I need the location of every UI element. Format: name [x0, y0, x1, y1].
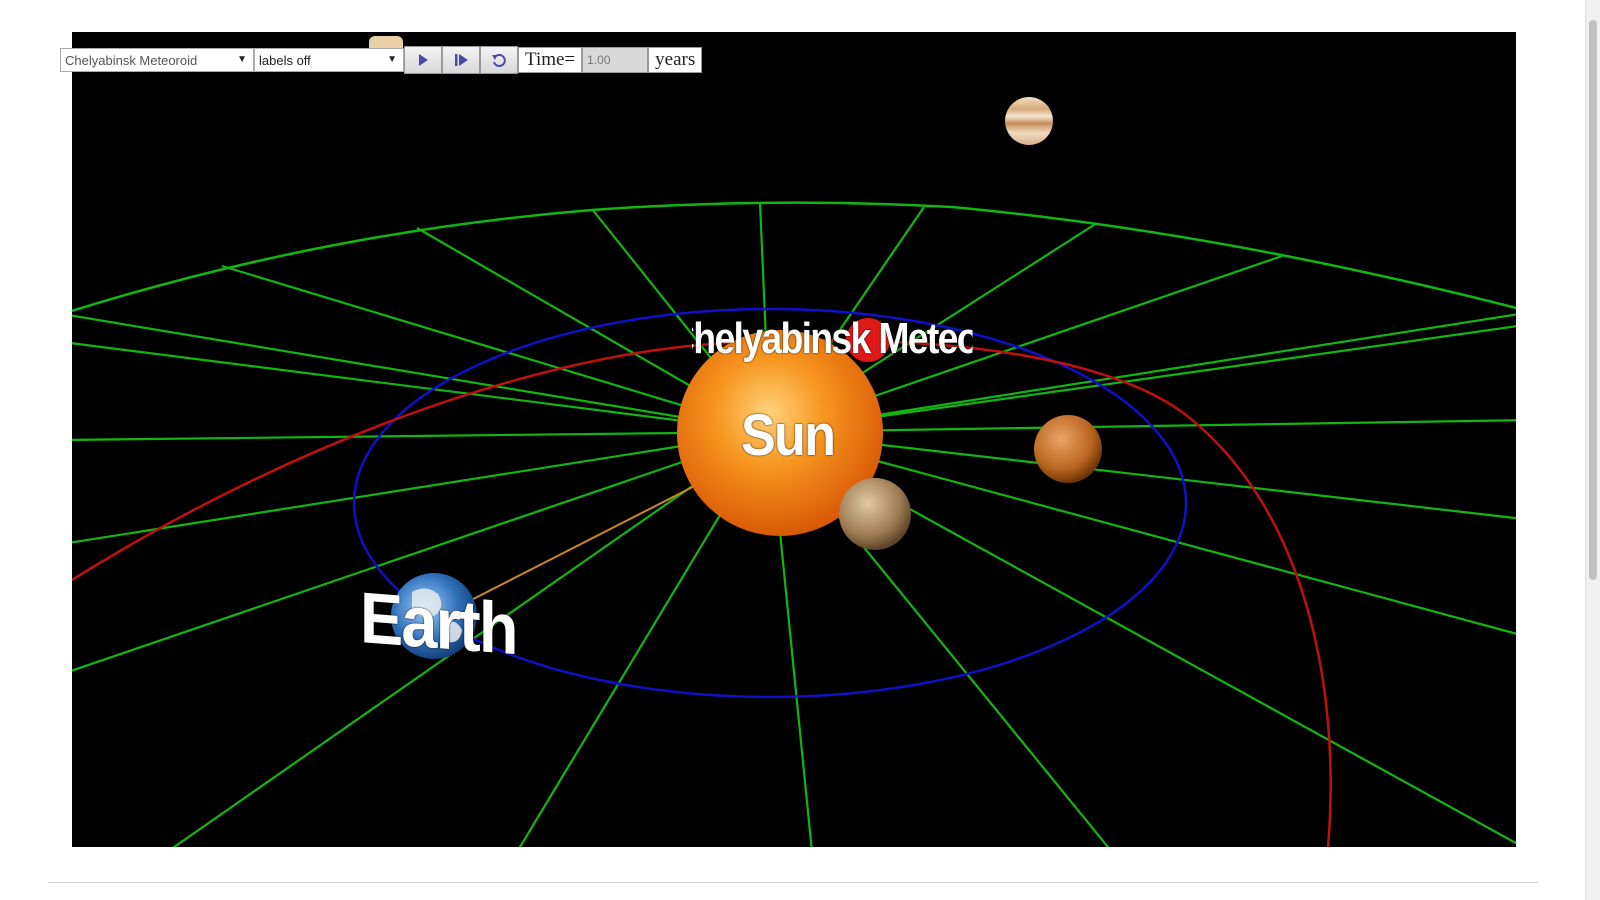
time-label: Time=: [518, 47, 583, 73]
grid-spoke: [72, 342, 771, 434]
meteoroid-label: Chelyabinsk Meteoroid: [692, 314, 973, 363]
reset-icon: [492, 54, 506, 67]
simulation-toolbar: Chelyabinsk Meteoroid ▼ labels off ▼ Tim…: [60, 46, 703, 74]
solar-system-viewport[interactable]: Chelyabinsk Meteoroid Sun Earth: [72, 32, 1516, 847]
earth-label: Earth: [360, 578, 517, 671]
footer-divider: [48, 882, 1538, 883]
time-input[interactable]: [582, 47, 649, 73]
grid-ring: [72, 201, 1516, 313]
step-icon: [455, 54, 468, 66]
grid-spoke: [72, 430, 771, 544]
step-button[interactable]: [442, 46, 480, 74]
mercury[interactable]: [839, 478, 911, 550]
labels-select-value: labels off: [259, 52, 311, 68]
reset-button[interactable]: [480, 46, 518, 74]
venus[interactable]: [1034, 415, 1102, 483]
chevron-down-icon: ▼: [237, 54, 247, 65]
sun-label: Sun: [741, 403, 836, 468]
chevron-down-icon: ▼: [387, 54, 397, 65]
vertical-scrollbar[interactable]: [1585, 0, 1600, 900]
jupiter[interactable]: [1005, 97, 1053, 145]
grid-spoke: [72, 314, 771, 434]
play-icon: [419, 54, 428, 66]
labels-select[interactable]: labels off ▼: [254, 48, 404, 72]
scrollbar-thumb[interactable]: [1589, 20, 1597, 580]
play-button[interactable]: [404, 46, 442, 74]
time-unit-label: years: [648, 47, 703, 73]
grid-spoke: [72, 430, 771, 441]
body-select-value: Chelyabinsk Meteoroid: [65, 52, 198, 68]
body-select[interactable]: Chelyabinsk Meteoroid ▼: [60, 48, 254, 72]
